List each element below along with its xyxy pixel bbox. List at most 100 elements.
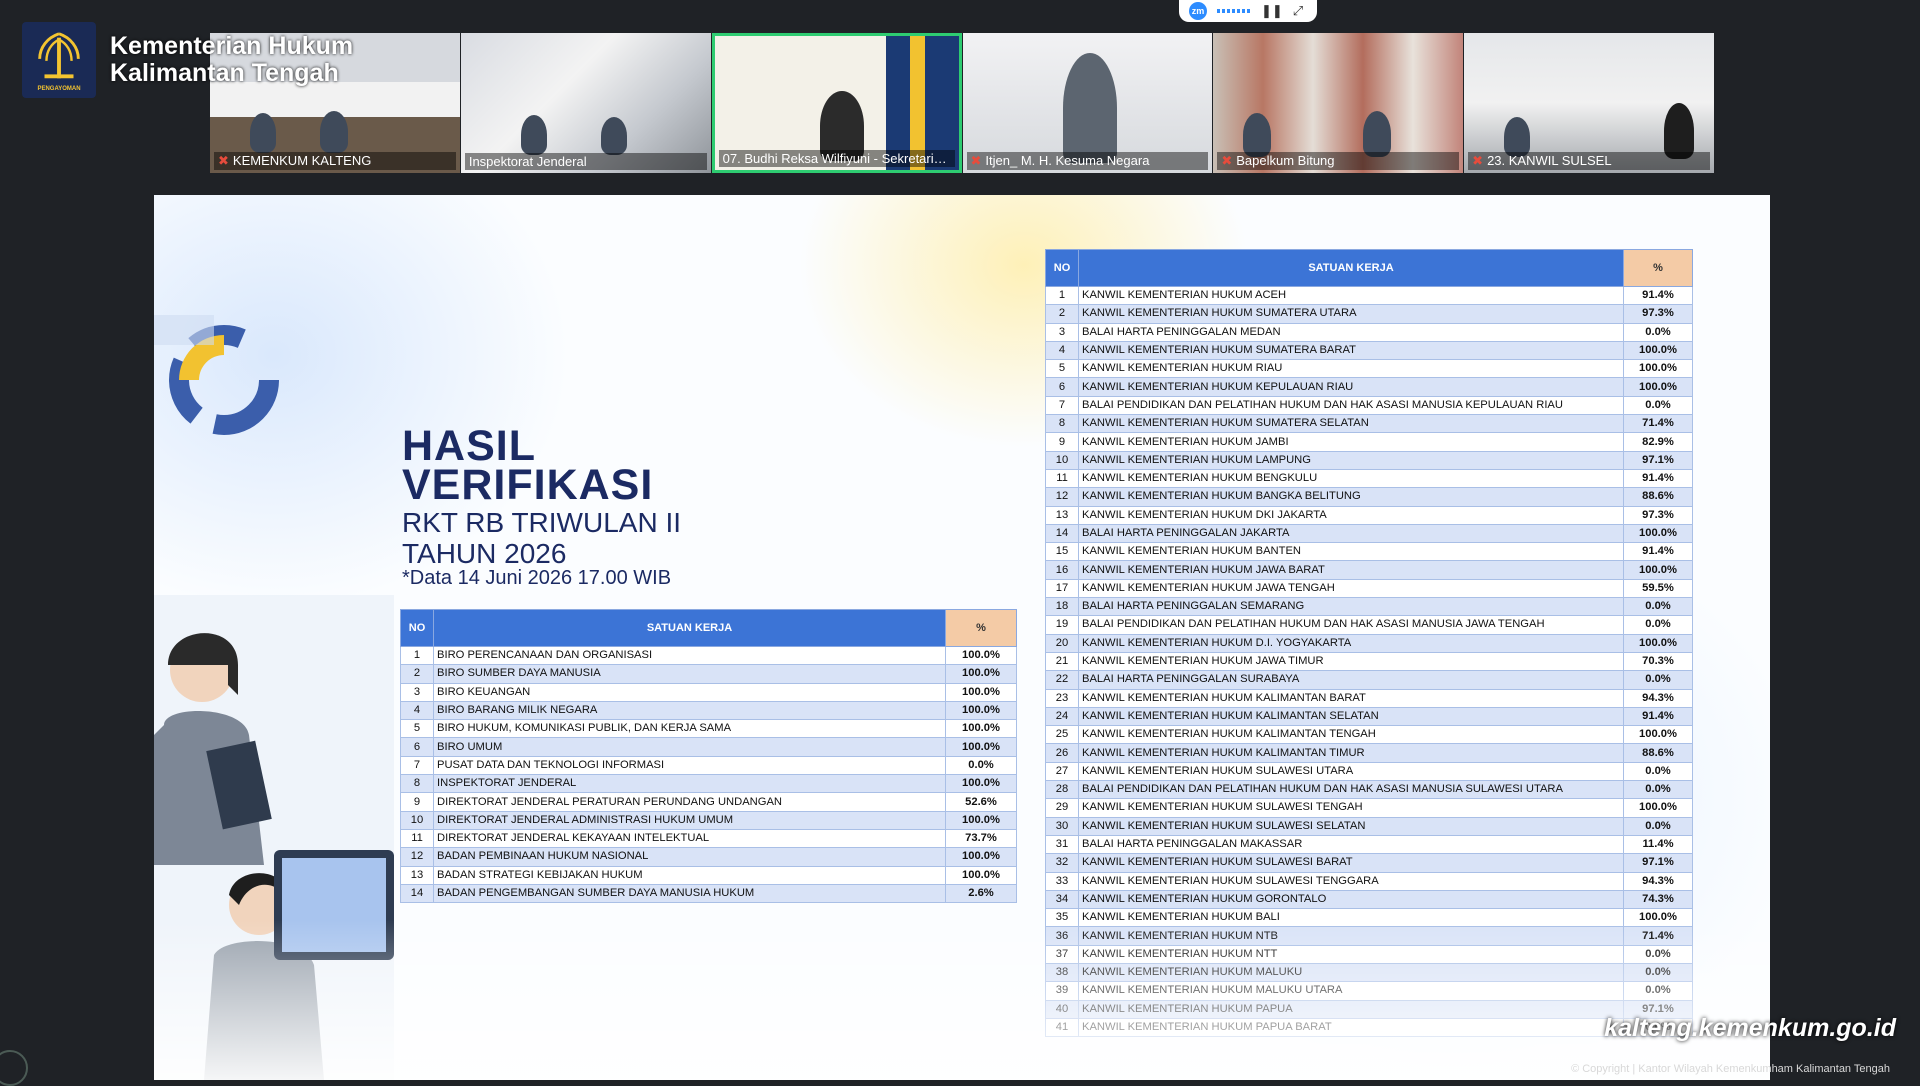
percent-value: 100.0% (1623, 377, 1693, 397)
table-row: 32 KANWIL KEMENTERIAN HUKUM SULAWESI BARA… (1045, 853, 1693, 873)
table-row: 2 BIRO SUMBER DAYA MANUSIA 100.0% (400, 664, 1017, 684)
percent-value: 0.0% (1623, 981, 1693, 1001)
participant-name: ✖ Bapelkum Bitung (1217, 152, 1460, 170)
unit-name: KANWIL KEMENTERIAN HUKUM KALIMANTAN BARA… (1078, 688, 1624, 708)
unit-name: KANWIL KEMENTERIAN HUKUM LAMPUNG (1078, 450, 1624, 470)
unit-name: DIREKTORAT JENDERAL PERATURAN PERUNDANG … (433, 792, 946, 812)
table-header-row: NO SATUAN KERJA % (400, 609, 1017, 647)
headline-subtitle-2: TAHUN 2026 (402, 538, 567, 569)
table-row: 4 KANWIL KEMENTERIAN HUKUM SUMATERA BARAT… (1045, 340, 1693, 361)
percent-value: 97.3% (1623, 505, 1693, 525)
percent-value: 100.0% (1623, 908, 1693, 928)
table-row: 9 KANWIL KEMENTERIAN HUKUM JAMBI 82.9% (1045, 432, 1693, 452)
unit-name: KANWIL KEMENTERIAN HUKUM NTB (1078, 926, 1624, 946)
participant-figure (1243, 113, 1272, 157)
unit-name: KANWIL KEMENTERIAN HUKUM SULAWESI BARAT (1078, 853, 1624, 873)
copyright-text: © Copyright | Kantor Wilayah Kemenkumham… (1571, 1063, 1890, 1075)
col-header-percent: % (1623, 249, 1693, 287)
unit-name: PUSAT DATA DAN TEKNOLOGI INFORMASI (433, 755, 946, 776)
row-number: 23 (1045, 688, 1079, 708)
percent-value: 0.0% (1623, 395, 1693, 416)
percent-value: 100.0% (945, 774, 1017, 794)
brand-title-line2: Kalimantan Tengah (110, 59, 339, 87)
unit-name: KANWIL KEMENTERIAN HUKUM PAPUA (1078, 999, 1624, 1019)
unit-name: KANWIL KEMENTERIAN HUKUM BANTEN (1078, 542, 1624, 562)
unit-name: KANWIL KEMENTERIAN HUKUM MALUKU UTARA (1078, 981, 1624, 1001)
unit-name: DIREKTORAT JENDERAL KEKAYAAN INTELEKTUAL (433, 828, 946, 849)
percent-value: 100.0% (945, 664, 1017, 684)
unit-name: KANWIL KEMENTERIAN HUKUM JAMBI (1078, 432, 1624, 452)
unit-name: KANWIL KEMENTERIAN HUKUM BALI (1078, 908, 1624, 928)
table-row: 5 KANWIL KEMENTERIAN HUKUM RIAU 100.0% (1045, 359, 1693, 379)
table-header-row: NO SATUAN KERJA % (1045, 249, 1693, 287)
unit-name: BALAI PENDIDIKAN DAN PELATIHAN HUKUM DAN… (1078, 395, 1624, 416)
percent-value: 88.6% (1623, 487, 1693, 507)
percent-value: 74.3% (1623, 889, 1693, 910)
percent-value: 97.1% (1623, 853, 1693, 873)
unit-name: DIREKTORAT JENDERAL ADMINISTRASI HUKUM U… (433, 810, 946, 830)
row-number: 3 (400, 682, 434, 702)
table-row: 34 KANWIL KEMENTERIAN HUKUM GORONTALO 74.3… (1045, 889, 1693, 910)
unit-name: KANWIL KEMENTERIAN HUKUM SUMATERA SELATA… (1078, 414, 1624, 434)
brand-header: PENGAYOMAN Kementerian Hukum Kalimantan … (22, 22, 353, 98)
table-row: 13 KANWIL KEMENTERIAN HUKUM DKI JAKARTA 97… (1045, 505, 1693, 525)
corner-control-icon[interactable] (0, 1050, 28, 1086)
row-number: 28 (1045, 780, 1079, 800)
percent-value: 11.4% (1623, 834, 1693, 855)
unit-name: KANWIL KEMENTERIAN HUKUM D.I. YOGYAKARTA (1078, 633, 1624, 653)
percent-value: 0.0% (1623, 816, 1693, 836)
percent-value: 73.7% (945, 828, 1017, 849)
row-number: 34 (1045, 889, 1079, 910)
unit-name: KANWIL KEMENTERIAN HUKUM DKI JAKARTA (1078, 505, 1624, 525)
headline-title-2: VERIFIKASI (402, 461, 654, 509)
table-row: 39 KANWIL KEMENTERIAN HUKUM MALUKU UTARA 0… (1045, 981, 1693, 1001)
expand-icon[interactable]: ⤢ (1293, 3, 1303, 19)
unit-name: BALAI HARTA PENINGGALAN SEMARANG (1078, 597, 1624, 617)
row-number: 31 (1045, 834, 1079, 855)
row-number: 16 (1045, 560, 1079, 580)
participant-figure (520, 115, 547, 155)
zoom-app-icon[interactable]: zm (1189, 2, 1207, 20)
participant-tile[interactable]: Inspektorat Jenderal (460, 33, 711, 173)
unit-name: KANWIL KEMENTERIAN HUKUM KALIMANTAN TIMU… (1078, 743, 1624, 763)
participant-name: ✖ 23. KANWIL SULSEL (1468, 152, 1710, 170)
percent-value: 100.0% (945, 847, 1017, 867)
row-number: 22 (1045, 670, 1079, 690)
unit-name: BIRO HUKUM, KOMUNIKASI PUBLIK, DAN KERJA… (433, 719, 946, 739)
participant-tile[interactable]: ✖ Bapelkum Bitung (1213, 33, 1464, 173)
table-row: 7 PUSAT DATA DAN TEKNOLOGI INFORMASI 0.0% (400, 755, 1017, 776)
percent-value: 94.3% (1623, 688, 1693, 708)
percent-value: 0.0% (1623, 597, 1693, 617)
brand-title-line1: Kementerian Hukum (110, 32, 354, 60)
row-number: 37 (1045, 944, 1079, 964)
row-number: 9 (1045, 432, 1079, 452)
participant-tile[interactable]: ✖ Itjen_ M. H. Kesuma Negara (962, 33, 1213, 173)
row-number: 12 (400, 847, 434, 867)
pause-icon[interactable]: ❚❚ (1261, 3, 1283, 19)
zoom-control-bar[interactable]: zm ❚❚ ⤢ (1179, 0, 1317, 22)
website-watermark: kalteng.kemenkum.go.id (1604, 1014, 1896, 1042)
row-number: 12 (1045, 487, 1079, 507)
table-row: 12 BADAN PEMBINAAN HUKUM NASIONAL 100.0% (400, 847, 1017, 867)
table-row: 6 BIRO UMUM 100.0% (400, 737, 1017, 757)
participant-tile[interactable]: ✖ 23. KANWIL SULSEL (1464, 33, 1714, 173)
table-row: 27 KANWIL KEMENTERIAN HUKUM SULAWESI UTAR… (1045, 761, 1693, 782)
unit-name: KANWIL KEMENTERIAN HUKUM SULAWESI SELATA… (1078, 816, 1624, 836)
percent-value: 100.0% (945, 810, 1017, 830)
participant-tile-active-speaker[interactable]: 07. Budhi Reksa Wilfiyuni - Sekretariat … (711, 33, 962, 173)
col-header-no: NO (400, 609, 434, 647)
headline-data-date: *Data 14 Juni 2026 17.00 WIB (402, 567, 672, 589)
unit-name: BIRO BARANG MILIK NEGARA (433, 700, 946, 721)
percent-value: 100.0% (945, 719, 1017, 739)
percent-value: 91.4% (1623, 285, 1693, 306)
row-number: 29 (1045, 798, 1079, 818)
percent-value: 100.0% (1623, 633, 1693, 653)
ministry-logo: PENGAYOMAN (22, 22, 96, 98)
row-number: 4 (1045, 340, 1079, 361)
table-row: 12 KANWIL KEMENTERIAN HUKUM BANGKA BELITU… (1045, 487, 1693, 507)
row-number: 13 (400, 865, 434, 885)
table-row: 33 KANWIL KEMENTERIAN HUKUM SULAWESI TENG… (1045, 871, 1693, 891)
row-number: 5 (400, 719, 434, 739)
mic-muted-icon: ✖ (1472, 153, 1484, 168)
table-row: 19 BALAI PENDIDIKAN DAN PELATIHAN HUKUM D… (1045, 615, 1693, 635)
